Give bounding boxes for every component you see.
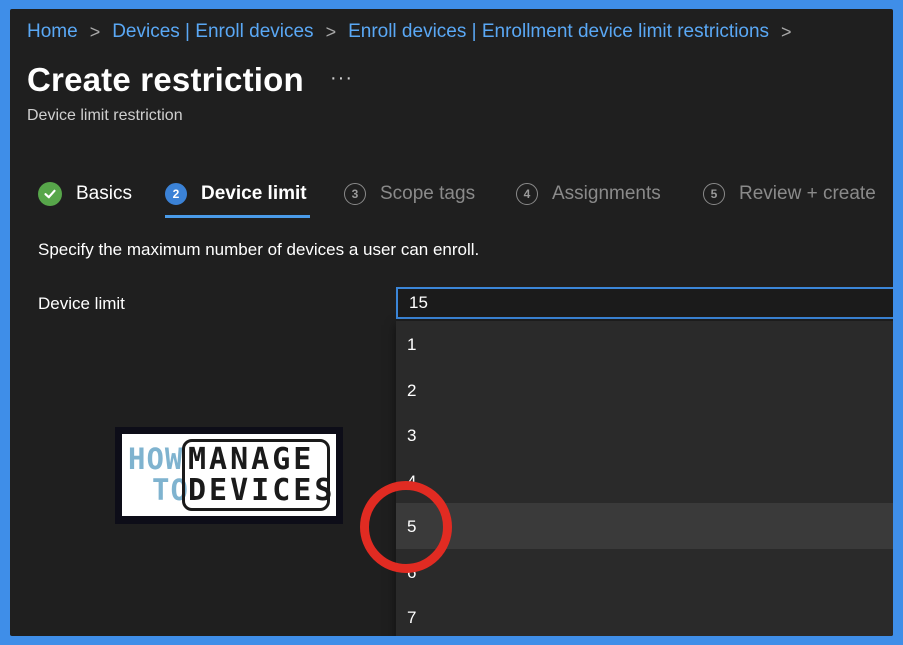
dropdown-option-hovered[interactable]: 5 bbox=[396, 503, 893, 549]
dropdown-option[interactable]: 7 bbox=[396, 594, 893, 636]
instruction-text: Specify the maximum number of devices a … bbox=[38, 240, 480, 259]
logo-text-how: HOW bbox=[128, 442, 184, 476]
check-circle-icon bbox=[38, 182, 62, 206]
step-number-icon: 4 bbox=[516, 183, 538, 205]
logo-text-devices: DEVICES bbox=[188, 473, 336, 508]
tab-assignments[interactable]: 4 Assignments bbox=[516, 179, 661, 209]
tab-label: Review + create bbox=[739, 183, 876, 204]
logo-text-manage: MANAGE bbox=[188, 442, 315, 477]
dropdown-option[interactable]: 6 bbox=[396, 549, 893, 595]
tab-basics[interactable]: Basics bbox=[38, 179, 132, 209]
device-limit-select[interactable]: 15 bbox=[396, 287, 893, 319]
ellipsis-icon[interactable]: ··· bbox=[330, 67, 353, 90]
tab-device-limit[interactable]: 2 Device limit bbox=[165, 179, 307, 209]
logo-background: HOW TO MANAGE DEVICES bbox=[122, 434, 336, 516]
page-subtitle: Device limit restriction bbox=[27, 107, 183, 124]
tab-review-create[interactable]: 5 Review + create bbox=[703, 179, 876, 209]
tab-label: Scope tags bbox=[380, 183, 476, 204]
active-tab-indicator bbox=[165, 215, 310, 218]
device-limit-label: Device limit bbox=[38, 294, 125, 313]
breadcrumb-home[interactable]: Home bbox=[27, 21, 78, 43]
page-title: Create restriction bbox=[27, 61, 304, 98]
breadcrumb-enrollment-restrictions[interactable]: Enroll devices | Enrollment device limit… bbox=[348, 21, 769, 43]
tab-scope-tags[interactable]: 3 Scope tags bbox=[344, 179, 475, 209]
step-number-icon: 5 bbox=[703, 183, 725, 205]
howtomanagedevices-logo: HOW TO MANAGE DEVICES bbox=[115, 427, 343, 524]
tab-label: Assignments bbox=[552, 183, 661, 204]
step-number-icon: 2 bbox=[165, 183, 187, 205]
main-window: Home > Devices | Enroll devices > Enroll… bbox=[10, 9, 893, 636]
chevron-right-icon: > bbox=[89, 21, 101, 42]
dropdown-option[interactable]: 1 bbox=[396, 321, 893, 367]
chevron-right-icon: > bbox=[325, 21, 337, 42]
dropdown-option[interactable]: 3 bbox=[396, 412, 893, 458]
dropdown-option[interactable]: 2 bbox=[396, 367, 893, 413]
breadcrumb-enroll-devices[interactable]: Devices | Enroll devices bbox=[112, 21, 313, 43]
breadcrumb: Home > Devices | Enroll devices > Enroll… bbox=[27, 21, 804, 43]
chevron-right-icon: > bbox=[781, 21, 792, 42]
tab-label: Basics bbox=[76, 183, 132, 204]
device-limit-dropdown: 1 2 3 4 5 6 7 bbox=[396, 321, 893, 636]
step-number-icon: 3 bbox=[344, 183, 366, 205]
tab-label: Device limit bbox=[201, 183, 307, 204]
dropdown-option[interactable]: 4 bbox=[396, 458, 893, 504]
